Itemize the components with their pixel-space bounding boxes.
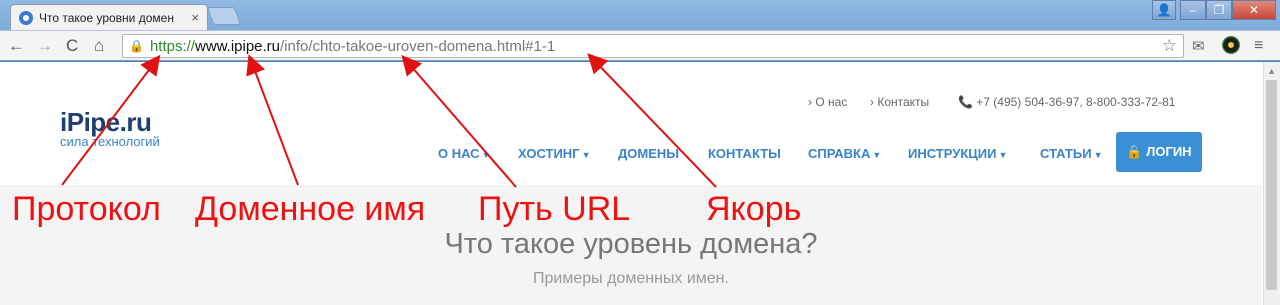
scroll-up-icon[interactable]: ▲ [1267, 66, 1276, 76]
scroll-thumb[interactable] [1266, 80, 1277, 290]
forward-icon[interactable]: → [36, 36, 53, 56]
login-button[interactable]: 🔒 ЛОГИН [1116, 132, 1202, 172]
nav-instructions[interactable]: ИНСТРУКЦИИ ▼ [908, 146, 1007, 161]
nav-domains[interactable]: ДОМЕНЫ [618, 146, 679, 161]
new-tab-button[interactable] [206, 7, 242, 25]
nav-hosting[interactable]: ХОСТИНГ ▼ [518, 146, 590, 161]
url-path: /info/chto-takoe-uroven-domena.html [280, 37, 526, 55]
annotation-protocol: Протокол [12, 190, 161, 228]
hero-subtitle: Примеры доменных имен. [533, 270, 729, 287]
caret-down-icon: ▼ [872, 150, 882, 160]
url-anchor: #1-1 [525, 37, 556, 55]
annotation-anchor: Якорь [706, 190, 802, 228]
extension-circle-icon[interactable] [1222, 36, 1240, 54]
back-icon[interactable]: ← [8, 36, 25, 56]
hero-title: Что такое уровень домена? [444, 228, 818, 260]
browser-chrome: Что такое уровни домен × 👤 ‒ ❐ ✕ ← → C ⌂… [0, 0, 1280, 62]
site-logo[interactable]: iPipe.ru сила технологий [60, 107, 160, 149]
extension-icon[interactable]: ✉ [1192, 37, 1205, 55]
lock-icon: 🔒 [129, 39, 144, 53]
caret-down-icon: ▼ [581, 150, 591, 160]
logo-tagline: сила технологий [60, 134, 160, 149]
minimize-button[interactable]: ‒ [1180, 0, 1206, 20]
reload-icon[interactable]: C [66, 36, 78, 56]
top-link-about[interactable]: › О нас [808, 95, 847, 109]
nav-help[interactable]: СПРАВКА ▼ [808, 146, 881, 161]
maximize-button[interactable]: ❐ [1206, 0, 1232, 20]
nav-contacts[interactable]: КОНТАКТЫ [708, 146, 781, 161]
address-bar[interactable]: 🔒 https:// www.ipipe.ru /info/chto-takoe… [122, 34, 1184, 58]
user-icon[interactable]: 👤 [1152, 0, 1176, 20]
tab-title: Что такое уровни домен [39, 10, 174, 25]
caret-down-icon: ▼ [1093, 150, 1103, 160]
home-icon[interactable]: ⌂ [94, 36, 104, 56]
caret-down-icon: ▼ [998, 150, 1008, 160]
nav-articles[interactable]: СТАТЬИ ▼ [1040, 146, 1102, 161]
close-window-button[interactable]: ✕ [1232, 0, 1276, 20]
menu-icon[interactable]: ≡ [1254, 37, 1263, 55]
url-domain: www.ipipe.ru [194, 37, 281, 55]
star-icon[interactable]: ☆ [1162, 36, 1177, 56]
close-tab-icon[interactable]: × [191, 10, 199, 25]
favicon-icon [19, 10, 33, 25]
annotation-domain: Доменное имя [195, 190, 426, 228]
nav-about[interactable]: О НАС ▼ [438, 146, 491, 161]
caret-down-icon: ▼ [481, 150, 491, 160]
tab-active[interactable]: Что такое уровни домен × [10, 4, 208, 30]
phone-number: 📞 +7 (495) 504-36-97, 8-800-333-72-81 [958, 95, 1176, 109]
top-link-contacts[interactable]: › Контакты [870, 95, 929, 109]
url-protocol: https:// [149, 37, 195, 55]
annotation-path: Путь URL [478, 190, 631, 228]
browser-toolbar: ← → C ⌂ 🔒 https:// www.ipipe.ru /info/ch… [0, 30, 1280, 60]
